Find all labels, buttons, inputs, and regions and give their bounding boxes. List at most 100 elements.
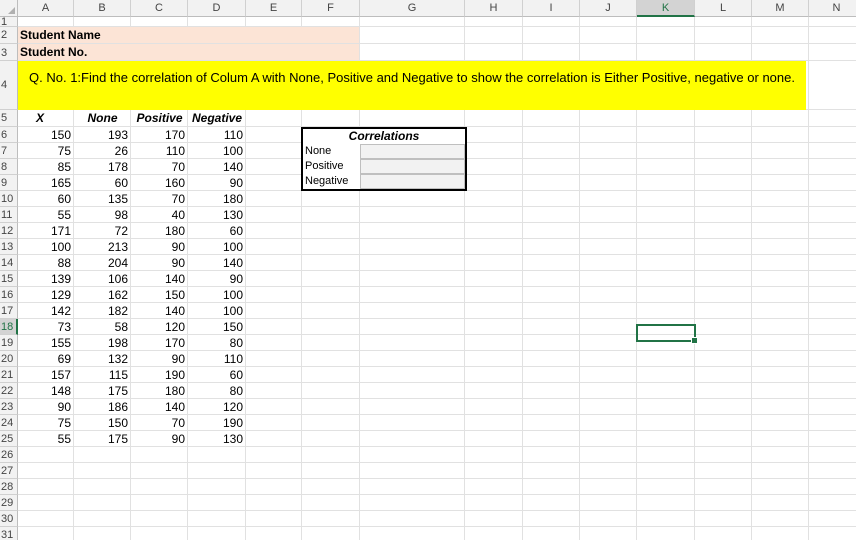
table-cell[interactable]: 110 [131, 143, 188, 159]
table-cell[interactable]: 178 [74, 159, 131, 175]
row-header-16[interactable]: 16 [0, 287, 18, 303]
row-header-22[interactable]: 22 [0, 383, 18, 399]
table-cell[interactable]: 170 [131, 335, 188, 351]
table-cell[interactable]: 171 [18, 223, 74, 239]
select-all-corner[interactable] [0, 0, 18, 17]
table-cell[interactable]: 213 [74, 239, 131, 255]
table-cell[interactable]: 198 [74, 335, 131, 351]
active-cell-K18[interactable] [636, 324, 698, 344]
table-cell[interactable]: 142 [18, 303, 74, 319]
row-header-28[interactable]: 28 [0, 479, 18, 495]
table-cell[interactable]: 90 [131, 239, 188, 255]
table-cell[interactable]: 193 [74, 127, 131, 143]
column-header-M[interactable]: M [752, 0, 809, 17]
table-cell[interactable]: 60 [188, 367, 246, 383]
column-header-A[interactable]: A [18, 0, 74, 17]
row-header-29[interactable]: 29 [0, 495, 18, 511]
table-cell[interactable]: 186 [74, 399, 131, 415]
table-cell[interactable]: 175 [74, 383, 131, 399]
row-header-4[interactable]: 4 [0, 61, 18, 110]
table-cell[interactable]: 75 [18, 415, 74, 431]
table-cell[interactable]: 58 [74, 319, 131, 335]
row-header-17[interactable]: 17 [0, 303, 18, 319]
column-header-B[interactable]: B [74, 0, 131, 17]
table-cell[interactable]: 26 [74, 143, 131, 159]
table-cell[interactable]: 132 [74, 351, 131, 367]
column-header-I[interactable]: I [523, 0, 580, 17]
row-header-31[interactable]: 31 [0, 527, 18, 540]
table-cell[interactable]: 75 [18, 143, 74, 159]
table-cell[interactable]: 55 [18, 431, 74, 447]
table-cell[interactable]: 90 [131, 431, 188, 447]
table-cell[interactable]: 70 [131, 191, 188, 207]
table-cell[interactable]: 110 [188, 351, 246, 367]
table-cell[interactable]: 120 [188, 399, 246, 415]
table-cell[interactable]: 180 [188, 191, 246, 207]
row-header-6[interactable]: 6 [0, 127, 18, 143]
table-cell[interactable]: 90 [188, 271, 246, 287]
row-header-24[interactable]: 24 [0, 415, 18, 431]
column-header-J[interactable]: J [580, 0, 637, 17]
column-header-G[interactable]: G [360, 0, 465, 17]
table-cell[interactable]: 140 [188, 255, 246, 271]
row-header-10[interactable]: 10 [0, 191, 18, 207]
table-cell[interactable]: 140 [131, 399, 188, 415]
table-cell[interactable]: 40 [131, 207, 188, 223]
table-cell[interactable]: 182 [74, 303, 131, 319]
row-header-3[interactable]: 3 [0, 44, 18, 61]
table-cell[interactable]: 115 [74, 367, 131, 383]
table-cell[interactable]: 180 [131, 383, 188, 399]
table-cell[interactable]: 100 [188, 303, 246, 319]
table-cell[interactable]: 70 [131, 415, 188, 431]
row-header-30[interactable]: 30 [0, 511, 18, 527]
table-cell[interactable]: 120 [131, 319, 188, 335]
table-cell[interactable]: 72 [74, 223, 131, 239]
table-cell[interactable]: 90 [18, 399, 74, 415]
table-cell[interactable]: 98 [74, 207, 131, 223]
row-header-11[interactable]: 11 [0, 207, 18, 223]
student-name-input[interactable] [188, 27, 359, 43]
row-header-20[interactable]: 20 [0, 351, 18, 367]
table-cell[interactable]: 150 [188, 319, 246, 335]
row-header-5[interactable]: 5 [0, 110, 18, 127]
row-header-8[interactable]: 8 [0, 159, 18, 175]
table-cell[interactable]: 60 [74, 175, 131, 191]
table-cell[interactable]: 100 [188, 287, 246, 303]
row-header-23[interactable]: 23 [0, 399, 18, 415]
table-cell[interactable]: 170 [131, 127, 188, 143]
column-header-D[interactable]: D [188, 0, 246, 17]
table-cell[interactable]: 90 [131, 351, 188, 367]
table-cell[interactable]: 140 [131, 303, 188, 319]
column-header-L[interactable]: L [695, 0, 752, 17]
table-cell[interactable]: 85 [18, 159, 74, 175]
row-header-13[interactable]: 13 [0, 239, 18, 255]
table-cell[interactable]: 140 [188, 159, 246, 175]
row-header-14[interactable]: 14 [0, 255, 18, 271]
table-cell[interactable]: 129 [18, 287, 74, 303]
table-cell[interactable]: 165 [18, 175, 74, 191]
column-header-K[interactable]: K [637, 0, 695, 17]
table-cell[interactable]: 69 [18, 351, 74, 367]
table-cell[interactable]: 135 [74, 191, 131, 207]
table-cell[interactable]: 88 [18, 255, 74, 271]
row-header-1[interactable]: 1 [0, 17, 18, 27]
table-cell[interactable]: 130 [188, 207, 246, 223]
column-header-C[interactable]: C [131, 0, 188, 17]
spreadsheet-grid[interactable]: Student Name Student No. Q. No. 1:Find the… [0, 0, 856, 540]
table-cell[interactable]: 70 [131, 159, 188, 175]
row-header-2[interactable]: 2 [0, 27, 18, 44]
row-header-25[interactable]: 25 [0, 431, 18, 447]
row-header-7[interactable]: 7 [0, 143, 18, 159]
row-header-9[interactable]: 9 [0, 175, 18, 191]
table-cell[interactable]: 204 [74, 255, 131, 271]
table-cell[interactable]: 100 [18, 239, 74, 255]
row-header-19[interactable]: 19 [0, 335, 18, 351]
row-header-26[interactable]: 26 [0, 447, 18, 463]
table-cell[interactable]: 90 [131, 255, 188, 271]
table-cell[interactable]: 148 [18, 383, 74, 399]
table-cell[interactable]: 100 [188, 239, 246, 255]
row-header-15[interactable]: 15 [0, 271, 18, 287]
student-number-input[interactable] [188, 44, 359, 60]
table-cell[interactable]: 150 [74, 415, 131, 431]
table-cell[interactable]: 80 [188, 383, 246, 399]
